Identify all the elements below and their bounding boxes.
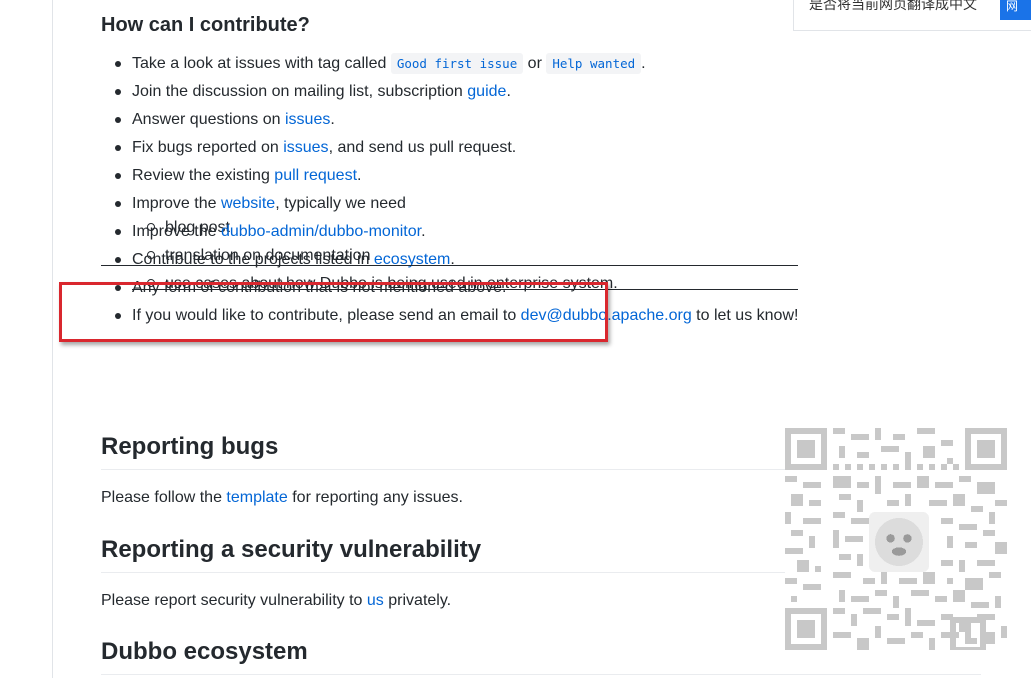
issues-link[interactable]: issues	[285, 111, 330, 128]
reporting-bugs-text: Please follow the template for reporting…	[101, 489, 463, 506]
list-item-dubbo-admin: Improve the dubbo-admin/dubbo-monitor.	[101, 220, 798, 248]
us-link[interactable]: us	[367, 592, 384, 609]
tag-help-wanted: Help wanted	[546, 53, 642, 74]
list-item: Fix bugs reported on issues, and send us…	[101, 136, 798, 164]
guide-link[interactable]: guide	[467, 83, 506, 100]
website-link[interactable]: website	[221, 195, 275, 212]
list-item: Contribute to the projects listed in eco…	[101, 248, 799, 276]
translate-prompt-bar: 是否将当前网页翻译成中文 网	[793, 0, 1031, 31]
translate-button[interactable]: 网	[1000, 0, 1031, 20]
security-text: Please report security vulnerability to …	[101, 592, 452, 609]
left-border	[52, 0, 53, 678]
heading-how-to-contribute: How can I contribute?	[101, 14, 310, 36]
qr-code-graphic	[785, 428, 1007, 653]
translate-prompt-text: 是否将当前网页翻译成中文	[809, 0, 977, 12]
list-item: Join the discussion on mailing list, sub…	[101, 80, 798, 108]
ecosystem-link[interactable]: ecosystem	[374, 251, 450, 268]
dubbo-admin-link[interactable]: dubbo-admin/dubbo-monitor	[221, 223, 421, 240]
list-item: Review the existing pull request.	[101, 164, 798, 192]
tag-good-first-issue: Good first issue	[390, 53, 524, 74]
list-item: Improve the website, typically we need b…	[101, 192, 799, 292]
annotation-highlight-box	[59, 282, 608, 342]
list-item: Take a look at issues with tag called Go…	[101, 52, 798, 80]
pull-request-link[interactable]: pull request	[274, 167, 357, 184]
issues-link[interactable]: issues	[283, 139, 328, 156]
list-item: Answer questions on issues.	[101, 108, 798, 136]
template-link[interactable]: template	[226, 489, 287, 506]
qr-code-icon	[785, 428, 1007, 653]
